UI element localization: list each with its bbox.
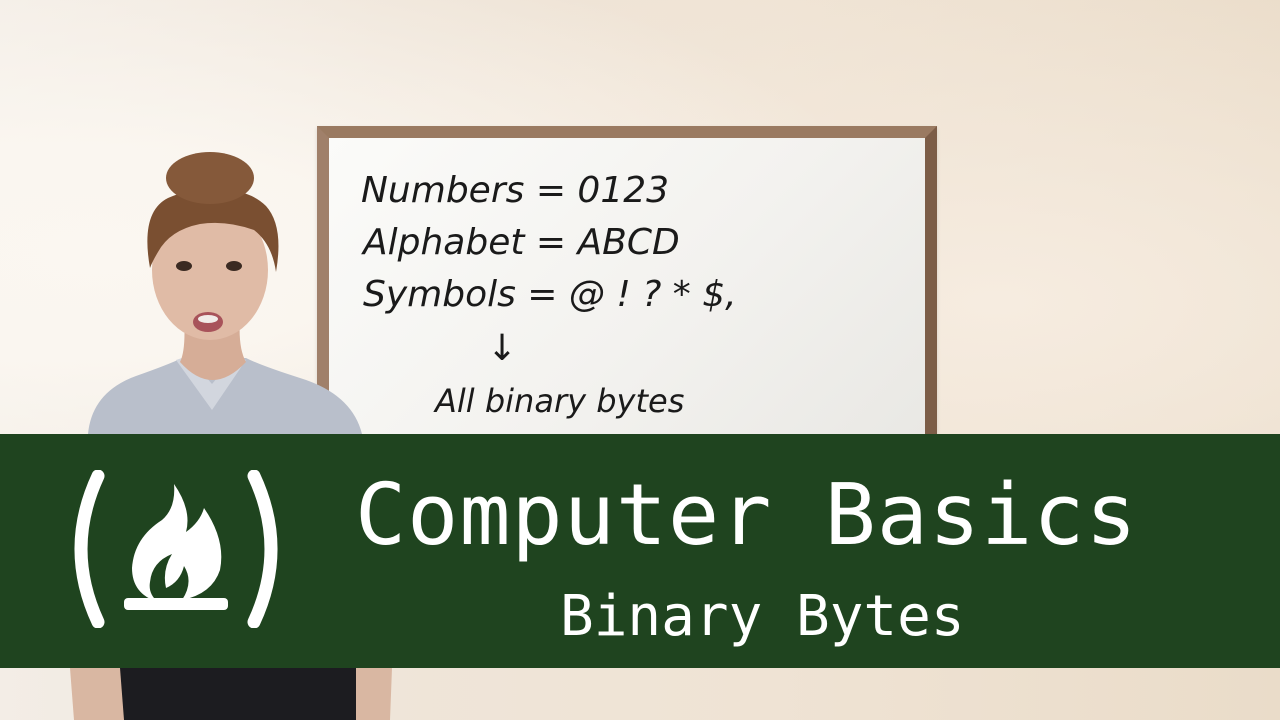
presenter-right-arm: [356, 668, 392, 720]
presenter-right-eye: [226, 261, 242, 271]
freecodecamp-flame-icon: [74, 470, 278, 628]
video-subtitle: Binary Bytes: [560, 584, 965, 649]
presenter-skirt: [118, 668, 360, 720]
presenter-left-arm: [70, 668, 124, 720]
whiteboard-arrow: ↓: [487, 328, 517, 369]
video-title: Computer Basics: [355, 466, 1138, 565]
presenter-left-eye: [176, 261, 192, 271]
presenter-hair-bun: [166, 152, 254, 204]
video-frame: Numbers = 0123 Alphabet = ABCD Symbols =…: [0, 0, 1280, 720]
whiteboard-line-conclusion: All binary bytes: [433, 382, 684, 420]
presenter-teeth: [198, 315, 218, 323]
